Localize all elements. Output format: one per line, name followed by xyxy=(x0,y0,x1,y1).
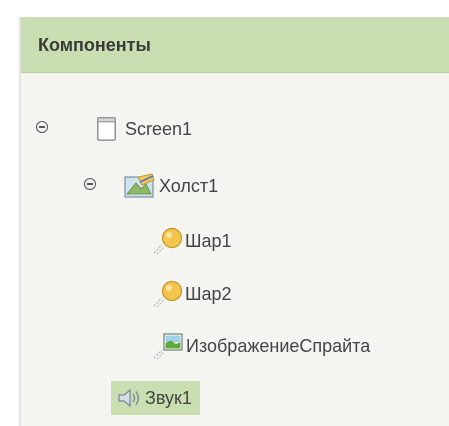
tree-node-screen[interactable]: Screen1 xyxy=(97,115,192,143)
panel-title: Компоненты xyxy=(38,35,151,55)
canvas-icon xyxy=(124,173,156,199)
tree-node-label: ИзображениеСпрайта xyxy=(186,335,371,356)
tree-node-ball1[interactable]: Шар1 xyxy=(152,227,232,255)
tree-node-image-sprite[interactable]: ИзображениеСпрайта xyxy=(152,332,370,360)
tree-node-label: Шар1 xyxy=(185,230,232,251)
tree-node-label: Screen1 xyxy=(125,118,193,139)
tree-node-ball2[interactable]: Шар2 xyxy=(152,280,232,308)
component-tree: Screen1 Холст1 Шар1 Шар2 ИзображениеСпра… xyxy=(21,74,449,426)
collapse-canvas-toggle[interactable] xyxy=(84,178,96,190)
collapse-screen-toggle[interactable] xyxy=(36,121,48,133)
panel-header: Компоненты xyxy=(21,17,449,73)
tree-node-canvas[interactable]: Холст1 xyxy=(124,172,218,200)
tree-node-label: Шар2 xyxy=(185,283,232,304)
screen-icon xyxy=(97,117,116,141)
tree-node-sound[interactable]: Звук1 xyxy=(111,381,200,415)
components-panel: Компоненты Screen1 Холст1 Шар1 Шар2 Изоб… xyxy=(19,17,449,426)
ball-icon xyxy=(152,280,184,308)
ball-icon xyxy=(152,227,184,255)
image-sprite-icon xyxy=(152,332,184,360)
speaker-icon xyxy=(117,387,143,409)
tree-node-label: Звук1 xyxy=(145,387,192,408)
tree-node-label: Холст1 xyxy=(159,175,219,196)
